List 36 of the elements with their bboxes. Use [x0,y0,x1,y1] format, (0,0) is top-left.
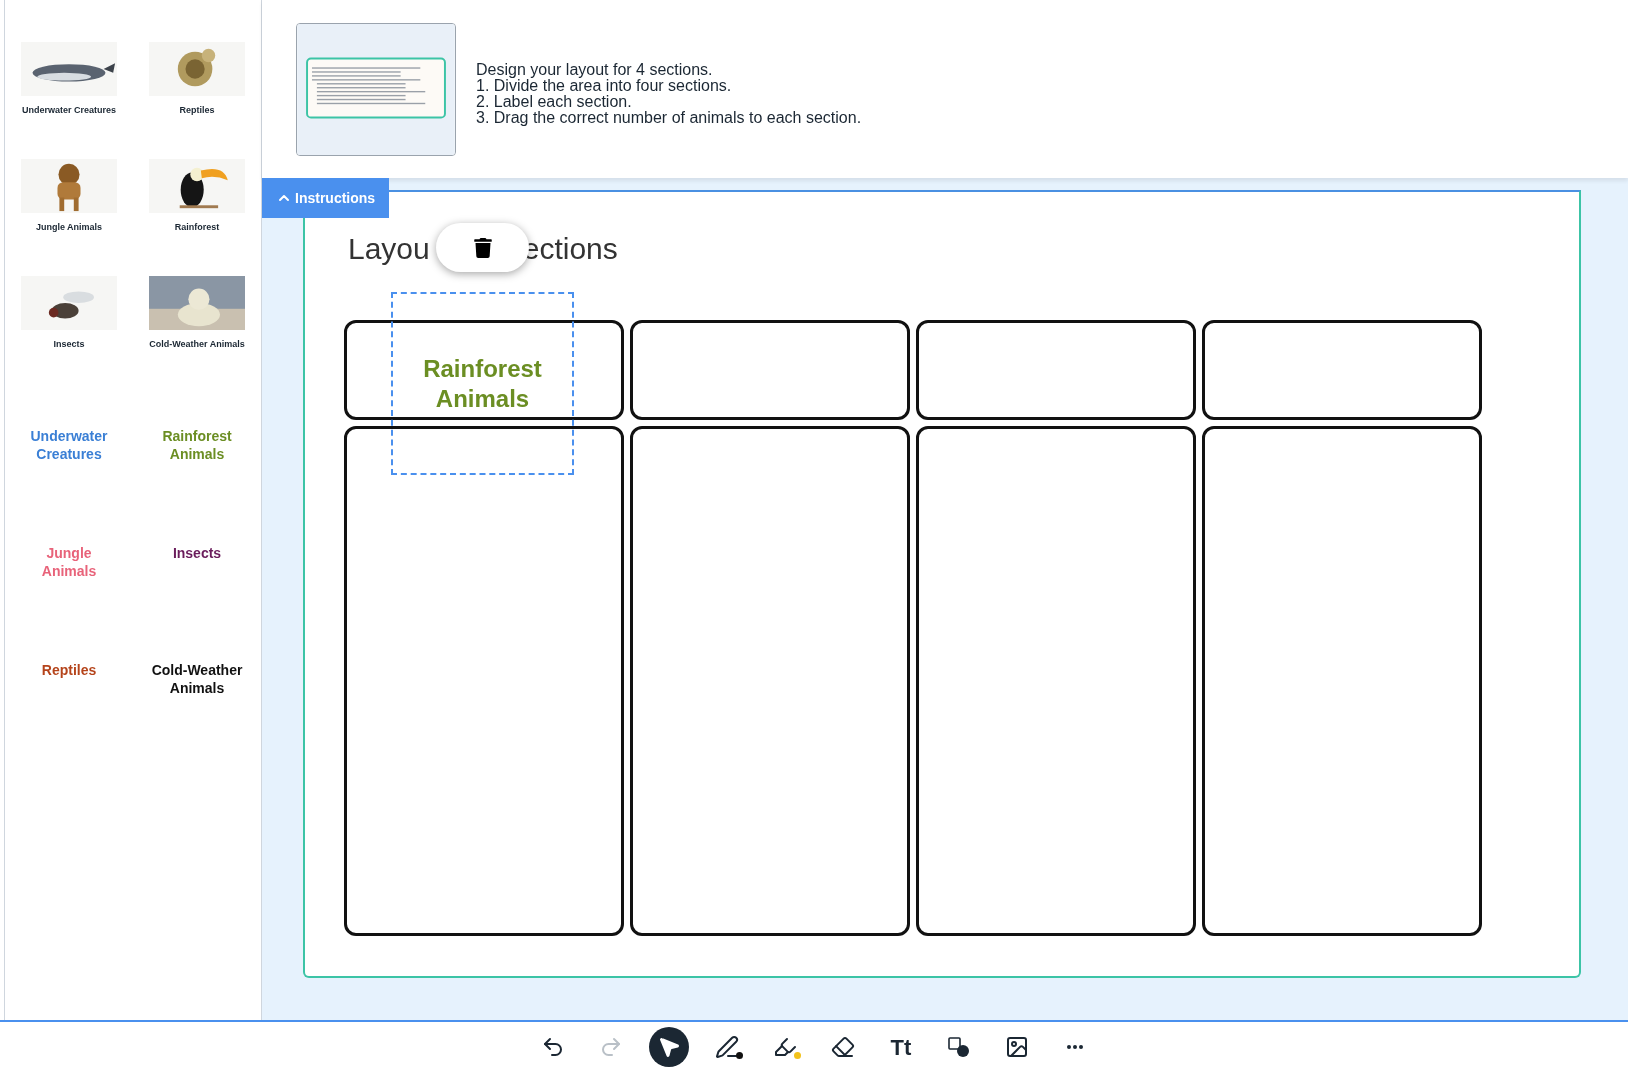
section-body[interactable] [1202,426,1482,936]
slide-thumbnail[interactable] [296,22,456,156]
undo-icon [541,1035,565,1059]
label-card[interactable]: Jungle Animals [23,544,115,580]
more-icon [1067,1045,1083,1049]
card-caption: Jungle Animals [35,221,103,234]
pointer-icon [657,1035,681,1059]
section-body[interactable] [344,426,624,936]
select-tool[interactable] [649,1027,689,1067]
label-card[interactable]: Rainforest Animals [151,427,243,463]
section-header[interactable] [630,320,910,420]
eraser-icon [831,1035,855,1059]
pen-icon [715,1035,739,1059]
section-header[interactable] [344,320,624,420]
label-card[interactable]: Reptiles [23,661,115,679]
section-body[interactable] [916,426,1196,936]
shapes-icon [947,1035,971,1059]
image-icon [1005,1035,1029,1059]
redo-icon [599,1035,623,1059]
instructions-text: Design your layout for 4 sections. 1. Divide the area into four sections. 2. Label each section. 3. Drag the correct number of animals to each section. [476,62,862,126]
card-caption: Underwater Creatures [21,104,116,117]
section-header[interactable] [916,320,1196,420]
label-card[interactable]: Underwater Creatures [23,427,115,463]
card-caption: Cold-Weather Animals [149,338,245,351]
delete-icon [473,237,492,258]
card-caption: Rainforest [174,221,220,234]
highlighter-icon [773,1035,797,1059]
section-header[interactable] [1202,320,1482,420]
instructions-tab[interactable]: Instructions [262,178,390,218]
section-body[interactable] [630,426,910,936]
heading-text: Layou [348,230,430,267]
label-card[interactable]: Cold-Weather Animals [151,661,243,697]
label-card[interactable]: Insects [151,544,243,562]
card-caption: Reptiles [179,104,215,117]
card-caption: Insects [53,338,85,351]
text-tool[interactable]: Tt [881,1027,921,1067]
